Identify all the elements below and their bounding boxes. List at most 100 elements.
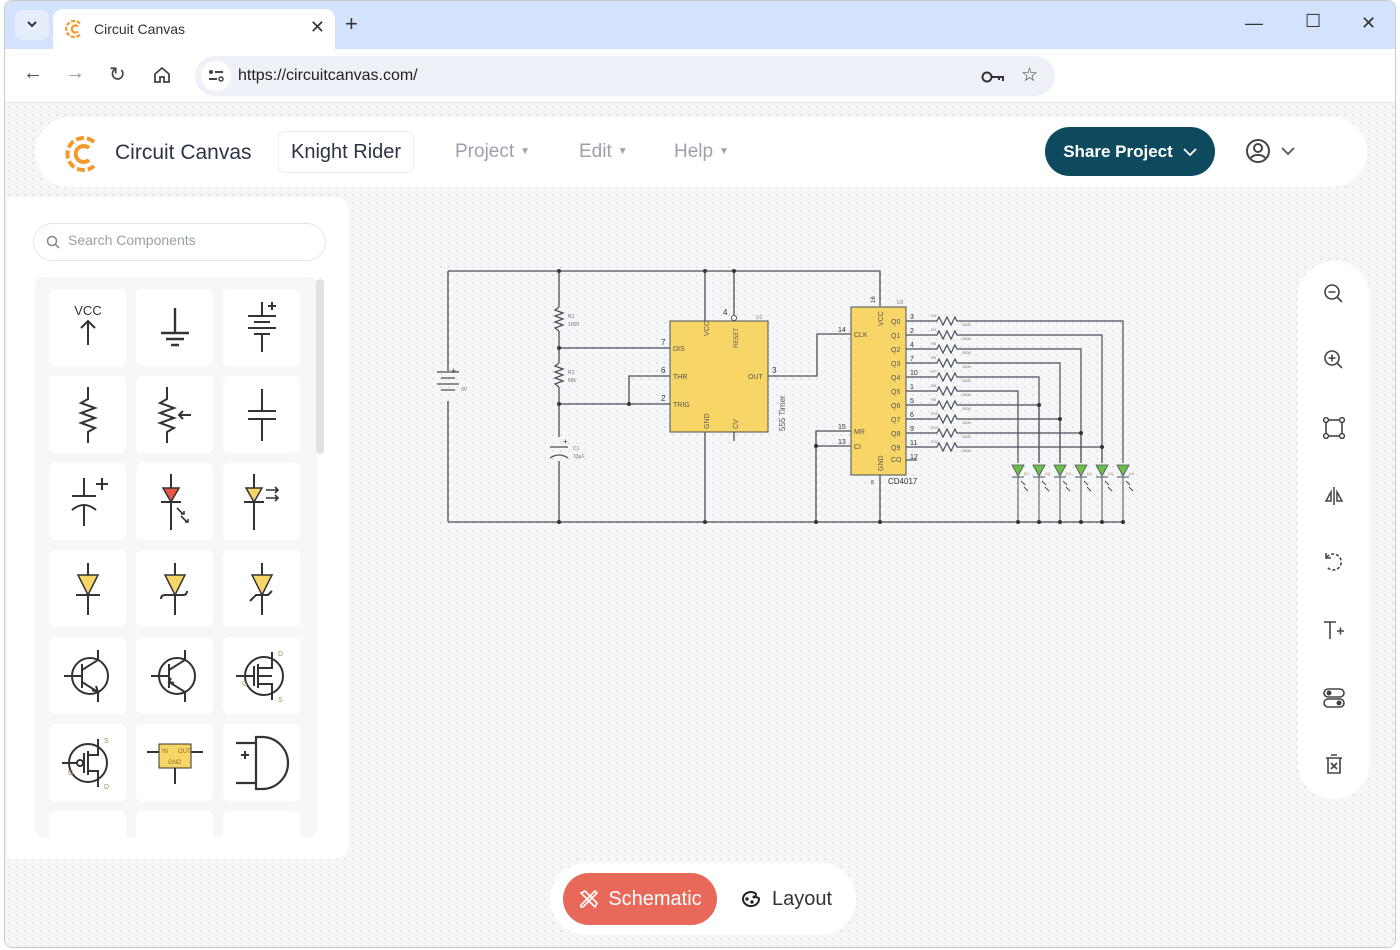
- new-tab-icon[interactable]: +: [345, 11, 358, 37]
- component-schottky-diode[interactable]: [136, 550, 213, 627]
- resistor-value: 1500: [962, 322, 972, 327]
- component-photodiode[interactable]: [223, 463, 300, 540]
- menu-edit[interactable]: Edit ▼: [579, 141, 628, 163]
- brand-name: Circuit Canvas: [115, 141, 252, 164]
- url-text[interactable]: https://circuitcanvas.com/: [238, 67, 418, 85]
- zoom-out-button[interactable]: [1321, 281, 1347, 307]
- resistor-ref: R6: [931, 355, 937, 360]
- project-name[interactable]: Knight Rider: [278, 131, 415, 173]
- wire-out: [768, 333, 851, 377]
- rotate-button[interactable]: [1321, 549, 1347, 575]
- resistor-value: 1500: [962, 378, 972, 383]
- resistor-ref: R9: [931, 397, 937, 402]
- back-icon[interactable]: ←: [23, 62, 43, 85]
- component-ground[interactable]: [136, 289, 213, 366]
- r1-ref: R1: [568, 314, 575, 320]
- component-voltage-regulator[interactable]: IN OUT GND: [136, 724, 213, 801]
- svg-text:+: +: [451, 366, 456, 376]
- user-menu[interactable]: [1245, 138, 1295, 164]
- pin-mr: MR: [854, 429, 865, 436]
- bookmark-star-icon[interactable]: ☆: [1021, 64, 1038, 87]
- layout-tab[interactable]: Layout: [740, 873, 832, 925]
- pin-label: Q1: [891, 333, 900, 340]
- browser-window: Circuit Canvas ✕ + — ☐ ✕ ← → ↻ https://c…: [4, 0, 1396, 948]
- component-led[interactable]: [136, 463, 213, 540]
- caret-down-icon: ▼: [617, 146, 628, 157]
- component-battery[interactable]: [223, 289, 300, 366]
- component-vcc[interactable]: VCC: [49, 289, 126, 366]
- user-avatar-icon: [1246, 139, 1270, 163]
- toggle-button[interactable]: [1321, 685, 1347, 711]
- component-polarized-capacitor[interactable]: [49, 463, 126, 540]
- component-buzzer[interactable]: [136, 811, 213, 837]
- tab-title: Circuit Canvas: [94, 21, 186, 37]
- caret-down-icon: ▼: [719, 146, 729, 157]
- component-diode[interactable]: [49, 550, 126, 627]
- pin-label: Q0: [891, 319, 900, 326]
- pin-cv: CV: [733, 419, 740, 429]
- reg-pin-gnd: GND: [168, 760, 182, 766]
- pin-trig: TRIG: [673, 402, 690, 409]
- junction-dot: [732, 269, 736, 273]
- tab-list-button[interactable]: [15, 10, 49, 40]
- layout-tab-label: Layout: [772, 887, 833, 910]
- home-icon[interactable]: [153, 66, 171, 84]
- maximize-icon[interactable]: ☐: [1305, 11, 1321, 32]
- junction-dot: [557, 269, 561, 273]
- menu-help[interactable]: Help ▼: [674, 141, 729, 163]
- pin-ci: CI: [854, 444, 861, 451]
- resistor-ref: R10: [931, 411, 939, 416]
- app-workspace: Circuit Canvas Knight Rider Project ▼ Edi…: [5, 103, 1395, 947]
- photodiode-icon: [243, 473, 279, 530]
- reload-icon[interactable]: ↻: [109, 62, 126, 87]
- search-components[interactable]: [33, 223, 326, 261]
- password-key-icon[interactable]: [981, 70, 1005, 84]
- zoom-in-button[interactable]: [1321, 347, 1347, 373]
- r2-value: 68k: [568, 378, 577, 384]
- component-zener-diode[interactable]: [223, 550, 300, 627]
- share-project-button[interactable]: Share Project: [1045, 127, 1215, 176]
- vcc-icon: VCC: [74, 303, 101, 345]
- resistor-value: 1500: [962, 336, 972, 341]
- browser-tab[interactable]: Circuit Canvas ✕: [53, 9, 335, 49]
- minimize-icon[interactable]: —: [1245, 13, 1263, 34]
- component-n-mosfet[interactable]: D G S: [223, 637, 300, 714]
- close-window-icon[interactable]: ✕: [1361, 13, 1376, 34]
- component-potentiometer[interactable]: [136, 376, 213, 453]
- component-npn-transistor[interactable]: [49, 637, 126, 714]
- fit-button[interactable]: [1321, 415, 1347, 441]
- search-input[interactable]: [68, 232, 308, 248]
- n-mosfet-icon: D G S: [235, 651, 284, 704]
- component-list-scrollbar[interactable]: [316, 279, 324, 454]
- junction-dot: [1100, 520, 1104, 524]
- led-ref: D4: [1087, 471, 1093, 476]
- site-settings-icon[interactable]: [201, 61, 231, 91]
- forward-icon[interactable]: →: [65, 62, 85, 85]
- address-bar[interactable]: https://circuitcanvas.com/ ☆: [195, 56, 1055, 96]
- led-leg: [1096, 476, 1113, 522]
- close-tab-icon[interactable]: ✕: [310, 17, 325, 38]
- add-text-icon: [1324, 621, 1344, 639]
- pin-dis: DIS: [673, 346, 685, 353]
- junction-dot: [814, 520, 818, 524]
- schematic-tab[interactable]: Schematic: [563, 873, 717, 925]
- component-p-mosfet[interactable]: S G D: [49, 724, 126, 801]
- flip-button[interactable]: [1321, 483, 1347, 509]
- component-resistor[interactable]: [49, 376, 126, 453]
- menu-project[interactable]: Project ▼: [455, 141, 530, 163]
- component-and-gate[interactable]: [223, 724, 300, 801]
- pin-num: 14: [838, 327, 846, 334]
- pin-vcc: VCC: [878, 311, 885, 326]
- component-ic-chip[interactable]: [223, 811, 300, 837]
- svg-text:S: S: [104, 738, 109, 745]
- schematic-canvas[interactable]: + 9V R1 1000 R2 68k + C1 33µF DIS THR TR…: [435, 263, 1135, 543]
- component-switch[interactable]: [49, 811, 126, 837]
- component-pnp-transistor[interactable]: [136, 637, 213, 714]
- component-capacitor[interactable]: [223, 376, 300, 453]
- resistor-ref: R5: [931, 341, 937, 346]
- capacitor-c1: +: [549, 437, 569, 459]
- led: [1053, 464, 1067, 477]
- delete-button[interactable]: [1321, 751, 1347, 777]
- resistor-icon: [77, 386, 98, 443]
- add-text-button[interactable]: [1321, 617, 1347, 643]
